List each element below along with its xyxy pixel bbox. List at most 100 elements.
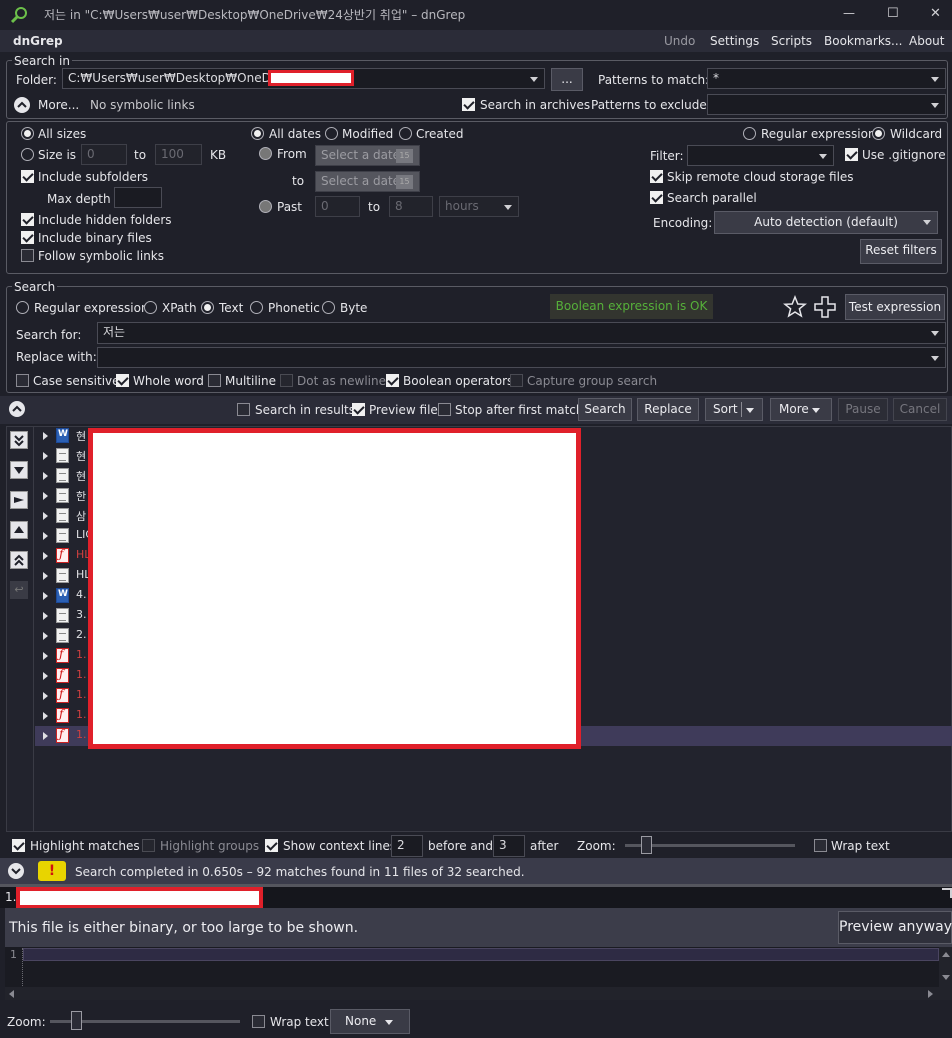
expand-arrow-icon[interactable] xyxy=(43,612,48,620)
calendar-icon[interactable]: 15 xyxy=(396,149,413,163)
close-icon[interactable]: ✕ xyxy=(930,6,941,21)
collapse-more-icon[interactable] xyxy=(14,97,30,113)
expand-arrow-icon[interactable] xyxy=(43,732,48,740)
case-sensitive-checkbox[interactable] xyxy=(16,374,29,387)
scroll-right-icon[interactable] xyxy=(928,990,933,998)
wildcard-radio[interactable] xyxy=(872,127,885,140)
menu-scripts[interactable]: Scripts xyxy=(771,33,812,49)
search-archives-checkbox[interactable] xyxy=(462,98,475,111)
cancel-button[interactable]: Cancel xyxy=(893,398,947,421)
replace-input[interactable] xyxy=(97,347,946,368)
multiline-checkbox[interactable] xyxy=(208,374,221,387)
collapse-all-icon[interactable] xyxy=(10,551,28,569)
expand-arrow-icon[interactable] xyxy=(43,532,48,540)
preview-file-checkbox[interactable] xyxy=(352,403,365,416)
expand-arrow-icon[interactable] xyxy=(43,592,48,600)
test-expression-button[interactable]: Test expression xyxy=(845,294,945,320)
chevron-down-icon[interactable] xyxy=(812,408,820,413)
modified-radio[interactable] xyxy=(325,127,338,140)
size-is-radio[interactable] xyxy=(21,148,34,161)
chevron-down-icon[interactable] xyxy=(746,408,754,413)
phonetic-radio[interactable] xyxy=(250,301,263,314)
menu-undo[interactable]: Undo xyxy=(664,33,695,49)
regex-filter-radio[interactable] xyxy=(743,127,756,140)
dot-newline-checkbox[interactable] xyxy=(280,374,293,387)
stop-first-checkbox[interactable] xyxy=(438,403,451,416)
calendar-icon[interactable]: 15 xyxy=(396,175,413,189)
include-subfolders-checkbox[interactable] xyxy=(21,170,34,183)
previous-file-icon[interactable] xyxy=(10,521,28,539)
maximize-icon[interactable]: ☐ xyxy=(887,6,899,21)
filter-select[interactable] xyxy=(687,145,834,166)
replace-button[interactable]: Replace xyxy=(637,398,699,421)
more-toggle[interactable]: More... xyxy=(38,97,79,113)
follow-symbolic-checkbox[interactable] xyxy=(21,249,34,262)
expand-all-icon[interactable] xyxy=(10,431,28,449)
search-button[interactable]: Search xyxy=(578,398,632,421)
size-to-input[interactable]: 100 xyxy=(155,144,202,165)
past-from-input[interactable]: 0 xyxy=(315,196,360,217)
boolean-ops-checkbox[interactable] xyxy=(386,374,399,387)
expand-arrow-icon[interactable] xyxy=(43,652,48,660)
expand-arrow-icon[interactable] xyxy=(43,512,48,520)
past-radio[interactable] xyxy=(259,200,272,213)
gitignore-checkbox[interactable] xyxy=(845,148,858,161)
more-button[interactable]: More xyxy=(770,398,832,421)
all-dates-radio[interactable] xyxy=(251,127,264,140)
expand-arrow-icon[interactable] xyxy=(43,632,48,640)
capture-group-checkbox[interactable] xyxy=(510,374,523,387)
search-in-results-checkbox[interactable] xyxy=(237,403,250,416)
size-from-input[interactable]: 0 xyxy=(81,144,127,165)
skip-cloud-checkbox[interactable] xyxy=(650,170,663,183)
show-context-checkbox[interactable] xyxy=(265,839,278,852)
search-for-input[interactable]: 저는 xyxy=(97,322,946,344)
highlight-matches-checkbox[interactable] xyxy=(12,839,25,852)
scroll-up-icon[interactable] xyxy=(942,952,950,957)
expand-status-icon[interactable] xyxy=(8,863,24,879)
max-depth-input[interactable] xyxy=(114,187,162,208)
expand-arrow-icon[interactable] xyxy=(43,672,48,680)
scroll-left-icon[interactable] xyxy=(9,990,14,998)
all-sizes-radio[interactable] xyxy=(21,127,34,140)
collapse-options-icon[interactable] xyxy=(9,401,25,417)
preview-zoom-thumb[interactable] xyxy=(71,1011,82,1030)
expand-arrow-icon[interactable] xyxy=(43,452,48,460)
xpath-radio[interactable] xyxy=(144,301,157,314)
preview-wrap-checkbox[interactable] xyxy=(252,1015,265,1028)
text-radio[interactable] xyxy=(201,301,214,314)
next-file-icon[interactable] xyxy=(10,461,28,479)
add-bookmark-icon[interactable] xyxy=(813,295,837,322)
wrap-text-checkbox[interactable] xyxy=(814,839,827,852)
scroll-down-icon[interactable] xyxy=(942,975,950,980)
from-radio[interactable] xyxy=(259,147,272,160)
regex-radio[interactable] xyxy=(16,301,29,314)
pin-icon[interactable] xyxy=(942,888,952,898)
expand-arrow-icon[interactable] xyxy=(43,432,48,440)
bookmark-star-icon[interactable] xyxy=(782,294,808,322)
include-binary-checkbox[interactable] xyxy=(21,231,34,244)
zoom-slider-thumb[interactable] xyxy=(641,836,652,854)
past-unit-select[interactable]: hours xyxy=(439,196,519,217)
syntax-select[interactable]: None xyxy=(330,1009,410,1034)
horizontal-scrollbar[interactable] xyxy=(5,987,952,1000)
search-parallel-checkbox[interactable] xyxy=(650,191,663,204)
chevron-down-icon[interactable] xyxy=(385,1020,393,1025)
expand-arrow-icon[interactable] xyxy=(43,572,48,580)
next-match-icon[interactable] xyxy=(10,491,28,509)
menu-bookmarks[interactable]: Bookmarks... xyxy=(824,33,903,49)
expand-arrow-icon[interactable] xyxy=(43,712,48,720)
minimize-icon[interactable]: — xyxy=(843,6,855,20)
past-to-input[interactable]: 8 xyxy=(389,196,433,217)
expand-arrow-icon[interactable] xyxy=(43,552,48,560)
expand-arrow-icon[interactable] xyxy=(43,492,48,500)
context-after-input[interactable]: 3 xyxy=(493,835,525,857)
highlight-groups-checkbox[interactable] xyxy=(142,839,155,852)
menu-settings[interactable]: Settings xyxy=(710,33,759,49)
created-radio[interactable] xyxy=(399,127,412,140)
byte-radio[interactable] xyxy=(322,301,335,314)
pause-button[interactable]: Pause xyxy=(838,398,888,421)
sort-button[interactable]: Sort xyxy=(705,398,763,421)
context-before-input[interactable]: 2 xyxy=(391,835,423,857)
browse-button[interactable]: ... xyxy=(551,68,583,91)
include-hidden-checkbox[interactable] xyxy=(21,213,34,226)
